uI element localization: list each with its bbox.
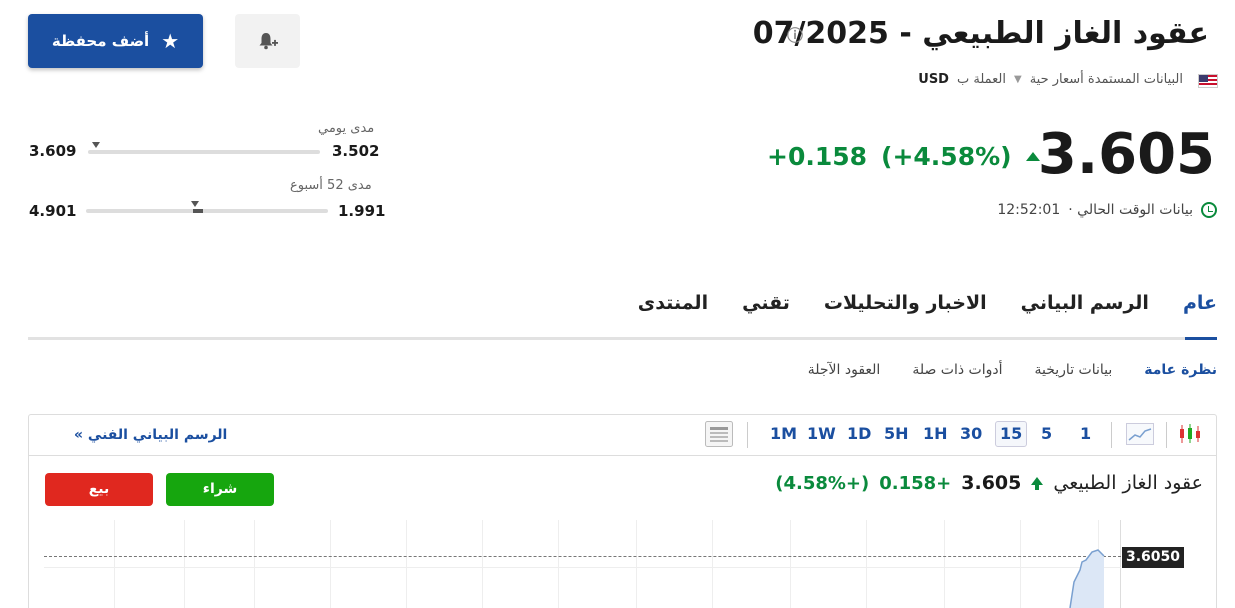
timeframe-30[interactable]: 30 [960, 424, 982, 443]
add-portfolio-button[interactable]: ★ أضف محفظة [28, 14, 203, 68]
week52-range-high: 4.901 [29, 202, 77, 220]
candlestick-icon[interactable] [1178, 423, 1202, 445]
time-value: 12:52:01 [997, 202, 1061, 218]
week52-range-marker [191, 201, 199, 207]
add-portfolio-label: أضف محفظة [51, 32, 150, 50]
timeframe-1m[interactable]: 1M [770, 424, 797, 443]
subtab-related[interactable]: أدوات ذات صلة [912, 362, 1002, 378]
page-title: عقود الغاز الطبيعي - 07/2025 [752, 16, 1209, 51]
price-change: +0.158 (+4.58%) [767, 142, 1040, 171]
week52-range-low: 1.991 [338, 202, 386, 220]
last-price-line [44, 556, 1121, 557]
tab-chart[interactable]: الرسم البياني [1021, 292, 1149, 314]
tab-technical[interactable]: تقني [742, 292, 790, 314]
instrument-quote-line: عقود الغاز الطبيعي 3.605 +0.158 (+4.58%) [775, 472, 1203, 494]
us-flag-icon [1198, 74, 1218, 88]
week52-range-bar [86, 209, 328, 213]
instrument-change-percent: (+4.58%) [775, 472, 870, 494]
grid-line [866, 520, 867, 608]
change-value: +0.158 [767, 142, 868, 171]
grid-line [636, 520, 637, 608]
technical-chart-label: الرسم البياني الفني [87, 427, 228, 443]
daily-range-bar [88, 150, 320, 154]
bell-plus-icon [259, 33, 278, 50]
change-percent: (+4.58%) [881, 142, 1012, 171]
tab-forum[interactable]: المنتدى [638, 292, 708, 314]
main-tabs: عام الرسم البياني الاخبار والتحليلات تقن… [638, 292, 1217, 314]
arrow-up-icon [1031, 477, 1044, 490]
grid-line [790, 520, 791, 608]
week52-range-label: مدى 52 أسبوع [290, 178, 372, 193]
instrument-price: 3.605 [961, 472, 1022, 494]
week52-range-fill [193, 209, 203, 213]
grid-line [712, 520, 713, 608]
clock-icon [1201, 202, 1217, 218]
timeframe-5[interactable]: 5 [1041, 424, 1052, 443]
daily-range-marker [92, 142, 100, 148]
table-view-icon[interactable] [705, 421, 733, 447]
last-price: 3.605 [1037, 122, 1215, 187]
add-alert-button[interactable] [235, 14, 300, 68]
time-line: بيانات الوقت الحالي · 12:52:01 [997, 202, 1217, 218]
tabs-divider [28, 337, 1217, 340]
timeframe-5h[interactable]: 5H [884, 424, 909, 443]
currency-label: العملة ب [956, 72, 1006, 87]
price-series [1069, 549, 1105, 608]
grid-line [114, 520, 115, 608]
timeframe-1[interactable]: 1 [1080, 424, 1091, 443]
subtab-overview[interactable]: نظرة عامة [1144, 362, 1217, 378]
timeframe-1d[interactable]: 1D [847, 424, 871, 443]
grid-line [330, 520, 331, 608]
subtab-contracts[interactable]: العقود الآجلة [808, 362, 881, 378]
price-axis-line [1120, 520, 1121, 608]
toolbar-divider [1111, 422, 1112, 448]
active-tab-indicator [1185, 337, 1217, 340]
tab-general[interactable]: عام [1183, 292, 1217, 314]
grid-line [482, 520, 483, 608]
last-price-tag: 3.6050 [1122, 547, 1184, 568]
daily-range-low: 3.502 [332, 142, 380, 160]
daily-range-high: 3.609 [29, 142, 77, 160]
instrument-name: عقود الغاز الطبيعي [1053, 472, 1203, 494]
sub-tabs: نظرة عامة بيانات تاريخية أدوات ذات صلة ا… [808, 362, 1217, 378]
data-source-text: البيانات المستمدة أسعار حية [1029, 72, 1183, 87]
buy-button[interactable]: شراء [166, 473, 274, 506]
double-chevron-icon: » [74, 427, 84, 443]
daily-range-label: مدى يومي [318, 121, 375, 136]
time-label: بيانات الوقت الحالي · [1068, 202, 1193, 218]
data-source-line: البيانات المستمدة أسعار حية ▼ العملة ب U… [918, 72, 1183, 87]
grid-line [44, 567, 1121, 568]
technical-chart-link[interactable]: الرسم البياني الفني » [74, 427, 227, 443]
grid-line [406, 520, 407, 608]
grid-line [1020, 520, 1021, 608]
toolbar-divider [747, 422, 748, 448]
currency-value: USD [918, 72, 949, 87]
sell-button[interactable]: بيع [45, 473, 153, 506]
star-icon: ★ [161, 29, 180, 53]
grid-line [944, 520, 945, 608]
timeframe-15[interactable]: 15 [995, 421, 1028, 447]
grid-line [184, 520, 185, 608]
timeframe-1w[interactable]: 1W [807, 424, 836, 443]
info-icon[interactable]: ⓘ [786, 27, 804, 45]
grid-line [254, 520, 255, 608]
chevron-down-icon[interactable]: ▼ [1014, 74, 1022, 85]
instrument-change: +0.158 [879, 472, 952, 494]
timeframe-1h[interactable]: 1H [923, 424, 948, 443]
toolbar-divider [1166, 422, 1167, 448]
grid-line [558, 520, 559, 608]
subtab-historical[interactable]: بيانات تاريخية [1035, 362, 1113, 378]
tab-news[interactable]: الاخبار والتحليلات [824, 292, 987, 314]
arrow-up-icon [1025, 152, 1040, 161]
area-chart-icon[interactable] [1126, 423, 1154, 445]
